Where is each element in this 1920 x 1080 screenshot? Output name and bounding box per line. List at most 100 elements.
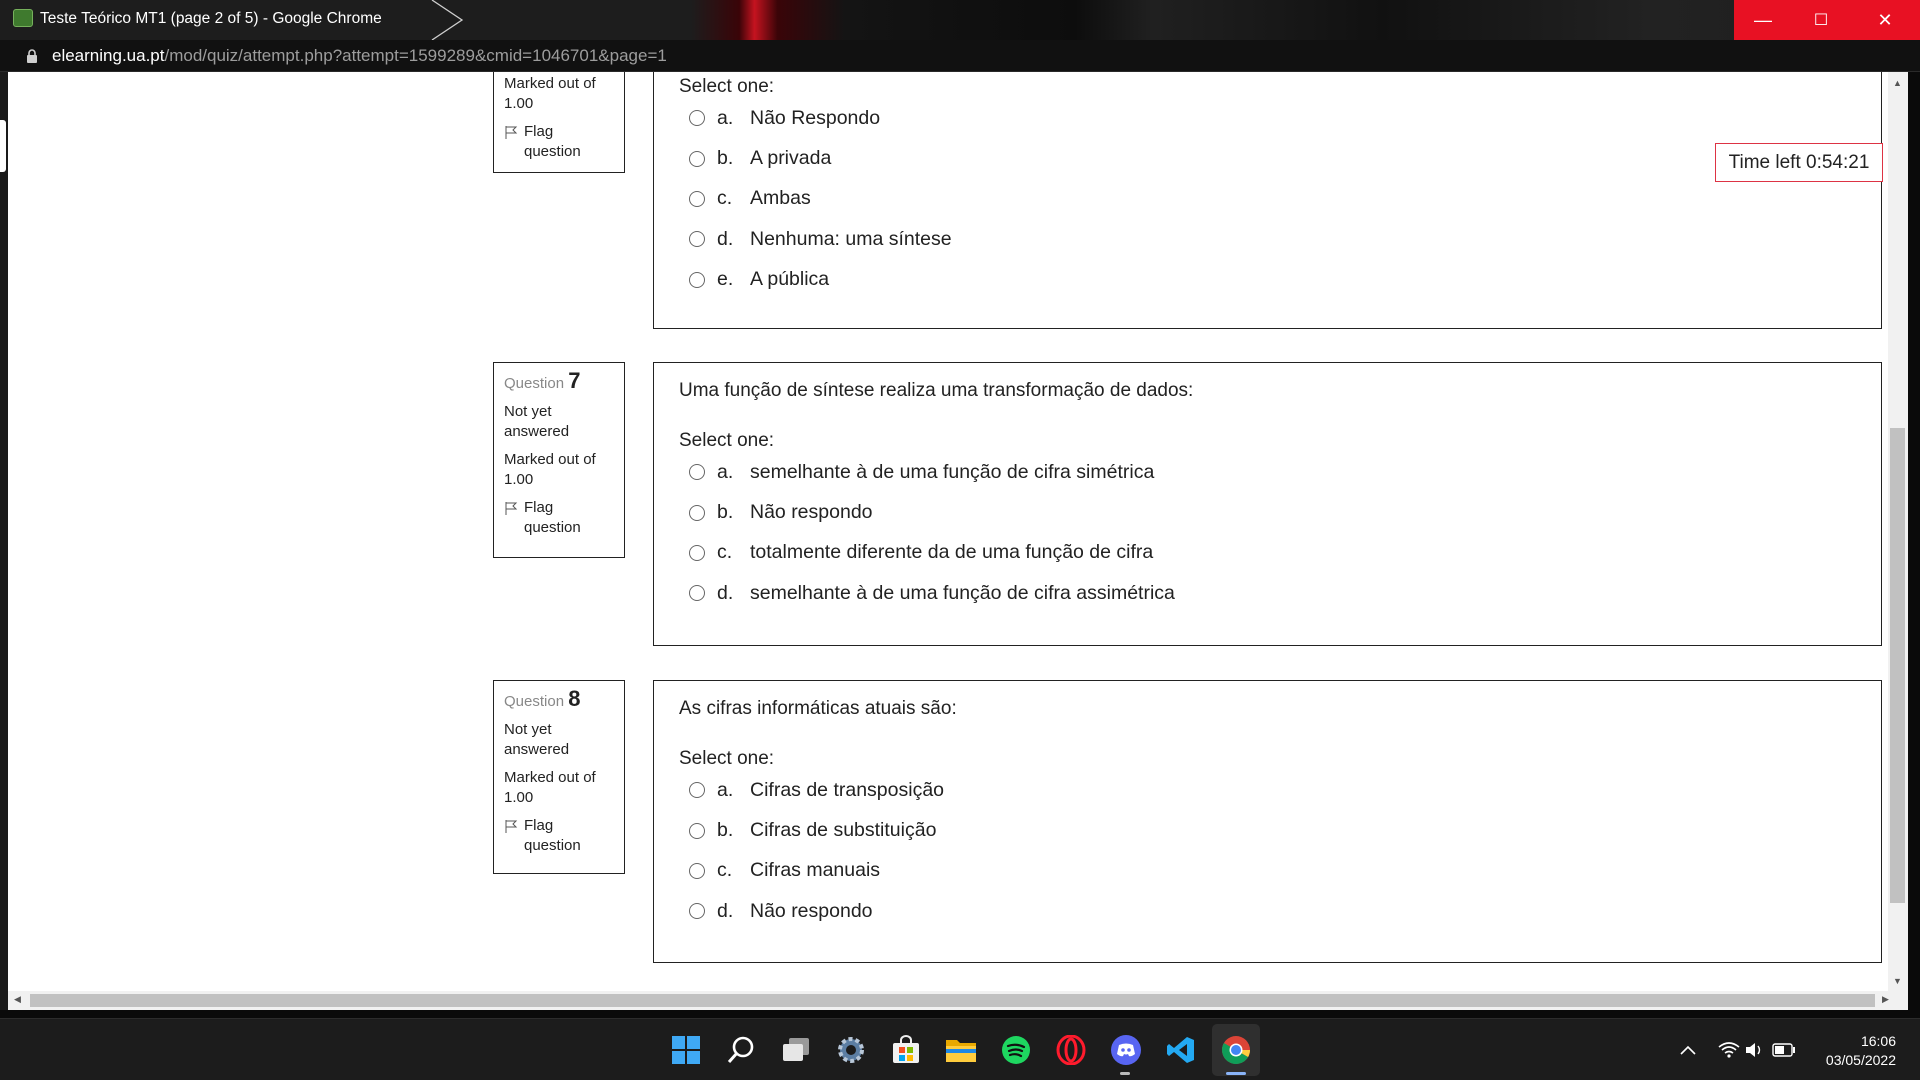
option-letter: e.	[717, 268, 734, 291]
spotify-icon[interactable]	[999, 1033, 1033, 1067]
radio-button[interactable]	[689, 150, 705, 167]
option-letter: c.	[717, 859, 733, 882]
select-one-label: Select one:	[679, 748, 775, 769]
answer-option[interactable]: c. totalmente diferente da de uma função …	[679, 533, 1856, 573]
chevron-up-icon[interactable]	[1676, 1033, 1700, 1067]
battery-icon[interactable]	[1770, 1033, 1798, 1067]
question-info-7: Question 7 Not yet answered Marked out o…	[493, 362, 625, 558]
flag-question-link[interactable]: Flag question	[504, 498, 614, 538]
answer-option[interactable]: b. Cifras de substituição	[679, 810, 1856, 850]
radio-button[interactable]	[689, 782, 705, 799]
minimize-button[interactable]: —	[1734, 0, 1792, 40]
option-label[interactable]: semelhante à de uma função de cifra assi…	[750, 582, 1175, 605]
option-letter: b.	[717, 501, 734, 524]
radio-button[interactable]	[689, 862, 705, 879]
option-letter: d.	[717, 899, 734, 922]
answer-option[interactable]: d. Não respondo	[679, 891, 1856, 931]
question-number: 8	[568, 686, 581, 711]
task-view-icon[interactable]	[779, 1033, 813, 1067]
vscode-icon[interactable]	[1164, 1033, 1198, 1067]
radio-button[interactable]	[689, 464, 705, 481]
flag-icon	[505, 126, 518, 139]
radio-button[interactable]	[689, 544, 705, 561]
scroll-left-arrow-icon[interactable]: ◀	[14, 994, 21, 1005]
option-letter: c.	[717, 187, 733, 210]
scroll-up-arrow-icon[interactable]: ▲	[1893, 78, 1902, 88]
option-label[interactable]: Cifras de substituição	[750, 819, 936, 842]
wifi-icon[interactable]	[1716, 1033, 1742, 1067]
answer-option[interactable]: e. A pública	[679, 260, 1856, 300]
answer-option[interactable]: c. Cifras manuais	[679, 851, 1856, 891]
opera-icon[interactable]	[1054, 1033, 1088, 1067]
answer-option[interactable]: a. Cifras de transposição	[679, 770, 1856, 810]
option-label[interactable]: A pública	[750, 268, 829, 291]
tab-edge-icon	[431, 0, 464, 40]
scroll-right-arrow-icon[interactable]: ▶	[1882, 994, 1889, 1005]
answer-option[interactable]: a. Não Respondo	[679, 98, 1856, 138]
side-panel-handle[interactable]	[0, 120, 6, 172]
select-one-label: Select one:	[679, 76, 775, 97]
question-label: Question	[504, 693, 565, 710]
radio-button[interactable]	[689, 585, 705, 602]
vertical-scrollbar[interactable]: ▲ ▼	[1888, 72, 1908, 991]
page-viewport: Marked out of 1.00 Flag question Select …	[8, 72, 1908, 1010]
answer-option[interactable]: a. semelhante à de uma função de cifra si…	[679, 452, 1856, 492]
flag-question-link[interactable]: Flag question	[504, 122, 614, 162]
chrome-icon[interactable]	[1219, 1033, 1253, 1067]
question-info-8: Question 8 Not yet answered Marked out o…	[493, 680, 625, 874]
radio-button[interactable]	[689, 231, 705, 248]
radio-button[interactable]	[689, 504, 705, 521]
question-box-7: Uma função de síntese realiza uma transf…	[653, 362, 1882, 646]
question-text: Uma função de síntese realiza uma transf…	[679, 380, 1194, 401]
settings-icon[interactable]	[834, 1033, 868, 1067]
horizontal-scrollbar[interactable]: ◀ ▶	[8, 991, 1908, 1010]
close-button[interactable]: ✕	[1850, 0, 1920, 40]
radio-button[interactable]	[689, 110, 705, 127]
answer-option[interactable]: d. Nenhuma: uma síntese	[679, 219, 1856, 259]
start-icon[interactable]	[669, 1033, 703, 1067]
radio-button[interactable]	[689, 903, 705, 920]
answer-option[interactable]: b. Não respondo	[679, 492, 1856, 532]
url-text[interactable]: elearning.ua.pt/mod/quiz/attempt.php?att…	[52, 46, 667, 66]
system-clock[interactable]: 16:06 03/05/2022	[1826, 1032, 1896, 1070]
option-label[interactable]: Não Respondo	[750, 107, 880, 130]
running-indicator	[1120, 1072, 1130, 1075]
volume-icon[interactable]	[1742, 1033, 1768, 1067]
search-icon[interactable]	[724, 1033, 758, 1067]
maximize-button[interactable]: ☐	[1792, 0, 1850, 40]
option-letter: d.	[717, 581, 734, 604]
discord-icon[interactable]	[1109, 1033, 1143, 1067]
option-label[interactable]: Não respondo	[750, 501, 873, 524]
radio-button[interactable]	[689, 822, 705, 839]
marked-out-of: Marked out of 1.00	[504, 451, 596, 488]
file-explorer-icon[interactable]	[944, 1033, 978, 1067]
option-label[interactable]: Cifras de transposição	[750, 779, 944, 802]
radio-button[interactable]	[689, 190, 705, 207]
moodle-tab-icon	[13, 9, 33, 27]
flag-question-link[interactable]: Flag question	[504, 816, 614, 856]
answer-option[interactable]: b. A privada	[679, 138, 1856, 178]
flag-question-label: Flag question	[524, 499, 581, 536]
store-icon[interactable]	[889, 1033, 923, 1067]
marked-out-of: Marked out of 1.00	[504, 75, 596, 112]
option-label[interactable]: Cifras manuais	[750, 859, 880, 882]
answer-option[interactable]: c. Ambas	[679, 179, 1856, 219]
option-letter: b.	[717, 819, 734, 842]
horizontal-scroll-thumb[interactable]	[30, 994, 1875, 1007]
question-status: Not yet answered	[504, 721, 570, 758]
option-label[interactable]: Nenhuma: uma síntese	[750, 228, 952, 251]
radio-button[interactable]	[689, 271, 705, 288]
vertical-scroll-thumb[interactable]	[1890, 428, 1905, 903]
question-number: 7	[568, 368, 581, 393]
url-path: /mod/quiz/attempt.php?attempt=1599289&cm…	[164, 46, 667, 65]
option-label[interactable]: Não respondo	[750, 900, 873, 923]
question-status: Not yet answered	[504, 403, 570, 440]
option-label[interactable]: semelhante à de uma função de cifra simé…	[750, 461, 1154, 484]
option-label[interactable]: A privada	[750, 147, 831, 170]
answer-option[interactable]: d. semelhante à de uma função de cifra as…	[679, 573, 1856, 613]
option-label[interactable]: Ambas	[750, 187, 811, 210]
option-label[interactable]: totalmente diferente da de uma função de…	[750, 541, 1153, 564]
scroll-down-arrow-icon[interactable]: ▼	[1893, 976, 1902, 986]
address-bar[interactable]: elearning.ua.pt/mod/quiz/attempt.php?att…	[0, 40, 1920, 72]
window-title: Teste Teórico MT1 (page 2 of 5) - Google…	[40, 10, 382, 27]
